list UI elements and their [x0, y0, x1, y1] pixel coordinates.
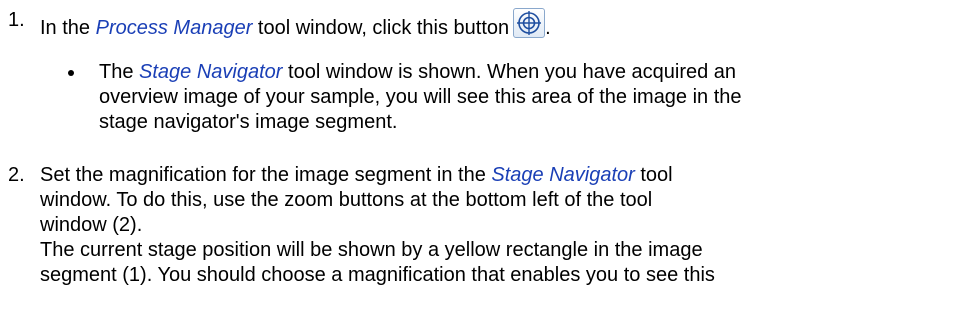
stage-navigator-term: Stage Navigator: [491, 164, 635, 186]
bullet-1-text: The Stage Navigator tool window is shown…: [99, 60, 949, 135]
step-2-line-2: window. To do this, use the zoom buttons…: [40, 189, 653, 211]
step-2-line-1-after: tool: [634, 164, 673, 186]
stage-navigator-crosshair-icon: [517, 11, 542, 35]
step-2-text: Set the magnification for the image segm…: [40, 163, 940, 288]
document-page: 1. In the Process Manager tool window, c…: [0, 0, 965, 329]
bullet-1-line-1-after: tool window is shown. When you have acqu…: [282, 61, 737, 83]
step-1-text-end: .: [545, 17, 551, 39]
step-2-line-1: Set the magnification for the image segm…: [40, 163, 940, 188]
step-2-line-4: The current stage position will be shown…: [40, 239, 703, 261]
step-number: 1.: [8, 9, 25, 31]
stage-navigator-button[interactable]: [513, 8, 546, 38]
bullet-1-line-1: The Stage Navigator tool window is shown…: [99, 60, 949, 85]
bullet-dot: [68, 70, 74, 76]
process-manager-term: Process Manager: [95, 17, 253, 39]
bullet-1-line-3: stage navigator's image segment.: [99, 111, 398, 133]
stage-navigator-term: Stage Navigator: [139, 61, 283, 83]
step-2-line-3: window (2).: [40, 214, 143, 236]
step-1-text: In the Process Manager tool window, clic…: [40, 8, 940, 41]
bullet-1-line-2: overview image of your sample, you will …: [99, 86, 742, 108]
step-2-line-1-before: Set the magnification for the image segm…: [40, 164, 492, 186]
step-2-line-5: segment (1). You should choose a magnifi…: [40, 264, 715, 286]
step-1-text-before: In the: [40, 17, 96, 39]
step-1-text-after: tool window, click this button: [252, 17, 510, 39]
bullet-1-line-1-before: The: [99, 61, 140, 83]
step-number: 2.: [8, 164, 25, 186]
